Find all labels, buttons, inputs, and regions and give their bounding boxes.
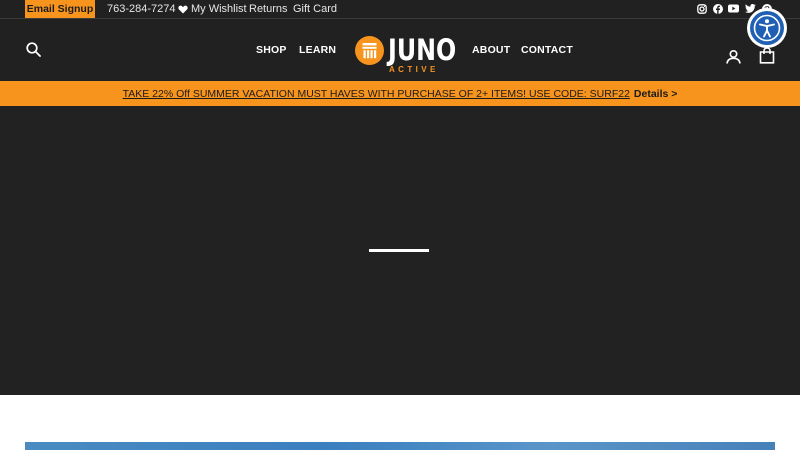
wishlist-link[interactable]: My Wishlist (178, 0, 247, 18)
hero-banner (0, 106, 800, 395)
featured-image[interactable] (25, 442, 775, 450)
instagram-icon[interactable] (696, 3, 707, 14)
returns-link[interactable]: Returns (249, 0, 288, 18)
loading-indicator (369, 249, 429, 252)
email-signup-button[interactable]: Email Signup (25, 0, 95, 18)
accessibility-button[interactable] (747, 8, 787, 48)
logo-subword: ACTIVE (389, 65, 439, 74)
nav-about[interactable]: ABOUT (472, 19, 510, 81)
phone-link[interactable]: 763-284-7274 (107, 0, 176, 18)
nav-contact[interactable]: CONTACT (521, 19, 573, 81)
accessibility-icon (753, 14, 781, 42)
facebook-icon[interactable] (712, 3, 723, 14)
site-header: SHOP LEARN JUNO ACTIVE ABOUT CONTACT (0, 19, 800, 81)
logo-wordmark: JUNO (388, 33, 457, 67)
account-icon[interactable] (726, 49, 741, 69)
promo-details-link[interactable]: Details > (634, 88, 677, 100)
gift-card-link[interactable]: Gift Card (293, 0, 337, 18)
youtube-icon[interactable] (728, 3, 739, 14)
cart-icon[interactable] (759, 47, 775, 69)
nav-learn[interactable]: LEARN (299, 19, 336, 81)
heart-icon (178, 5, 188, 13)
nav-shop[interactable]: SHOP (256, 19, 287, 81)
promo-message-link[interactable]: TAKE 22% Off SUMMER VACATION MUST HAVES … (123, 88, 630, 100)
logo-emblem-icon (355, 36, 384, 65)
juno-active-logo[interactable]: JUNO ACTIVE (355, 35, 456, 76)
accessibility-button-inner (750, 11, 784, 45)
promo-bar: TAKE 22% Off SUMMER VACATION MUST HAVES … (0, 81, 800, 106)
wishlist-label: My Wishlist (191, 3, 247, 15)
utility-bar: Email Signup 763-284-7274 My Wishlist Re… (0, 0, 800, 19)
search-icon[interactable] (26, 42, 41, 62)
